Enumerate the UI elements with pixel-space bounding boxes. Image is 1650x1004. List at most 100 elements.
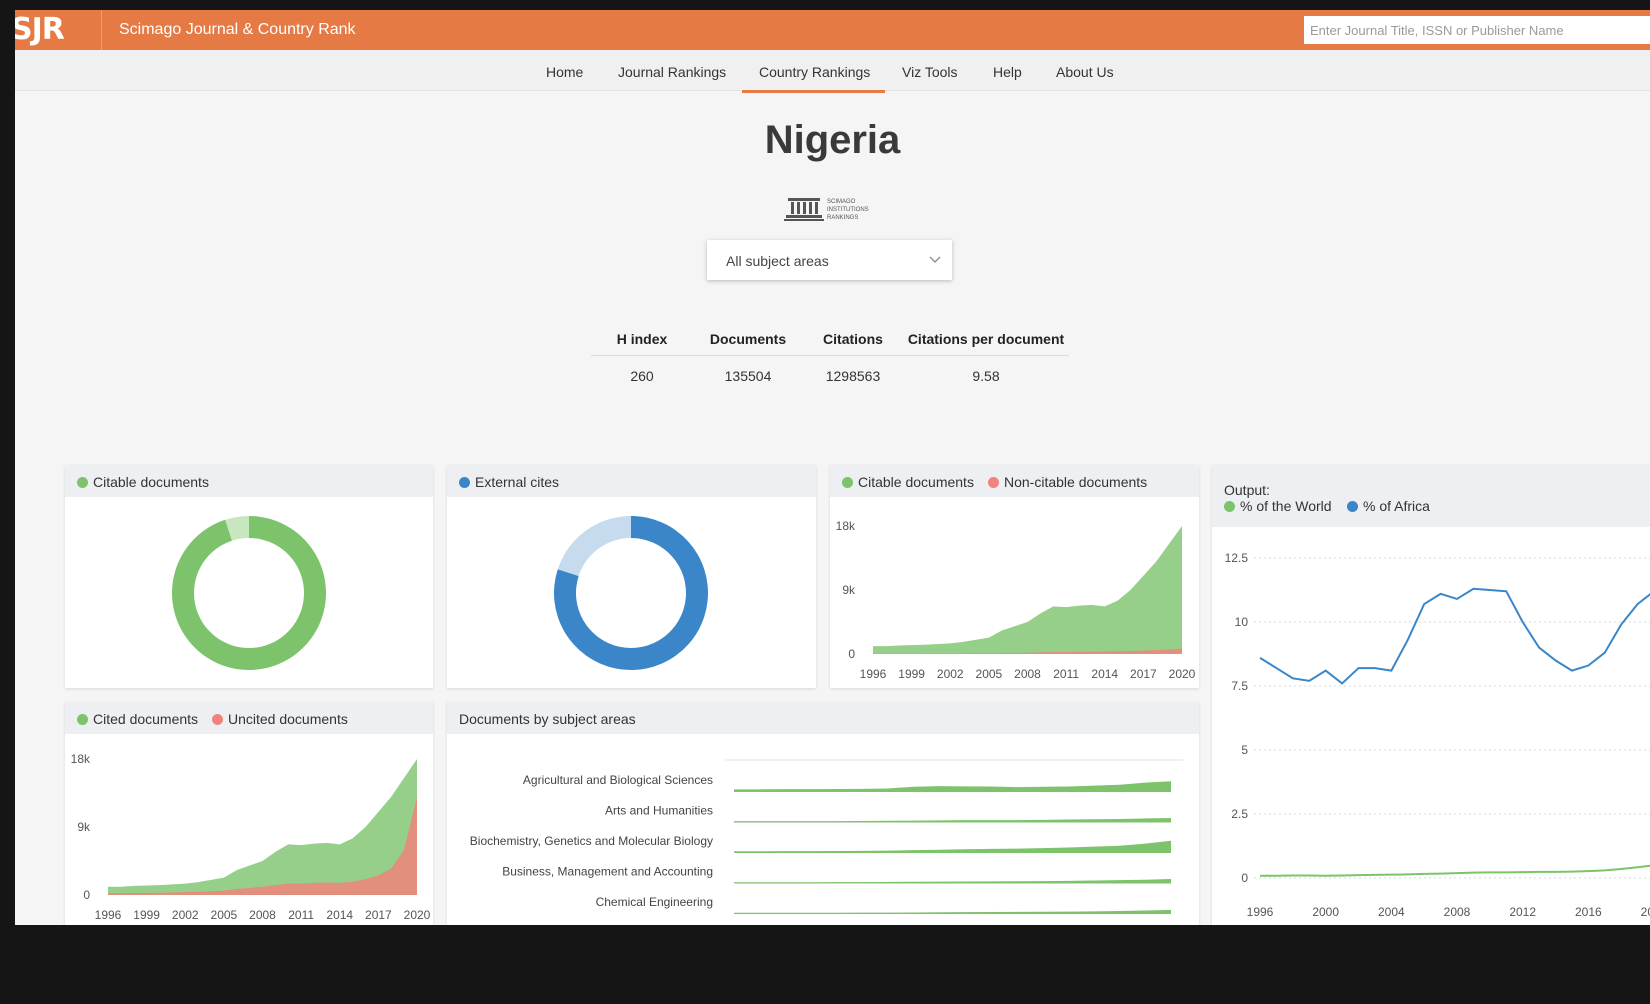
output-line-chart[interactable]: 0 2.5 5 7.5 10 12.5 1996 2000 2004 2008 2012 2016 20… [1212,527,1650,925]
top-bar: SJR Scimago Journal & Country Rank [15,10,1650,50]
citable-area-ytick: 9k [842,583,856,597]
citable-area-xtick: 1996 [860,667,887,681]
output-series-1 [1259,587,1650,685]
stat-header-citations-per-document: Citations per document [907,331,1065,347]
cited-area-xtick: 1996 [95,908,122,922]
chevron-down-icon [929,256,941,263]
nav-journal-rankings[interactable]: Journal Rankings [618,64,726,80]
legend-uncited-documents[interactable]: Uncited documents [212,711,348,727]
nav-country-rankings[interactable]: Country Rankings [759,64,870,80]
subject-areas-chart[interactable]: Agricultural and Biological Sciences Arts… [447,734,1199,925]
cited-area-ytick: 0 [83,888,90,902]
institutions-rankings-logo[interactable]: SCIMAGO INSTITUTIONS RANKINGS [783,194,893,229]
logo-text-2: INSTITUTIONS [827,207,869,213]
citable-area-ytick: 0 [848,647,855,661]
card-header: Cited documents Uncited documents [65,702,433,734]
nav-help[interactable]: Help [993,64,1022,80]
stat-header-documents: Documents [709,331,787,347]
citable-documents-card: Citable documents [65,465,433,688]
legend-citable-documents[interactable]: Citable documents [77,474,209,490]
cited-area-xtick: 2005 [211,908,238,922]
citable-area-xtick: 2002 [937,667,964,681]
cited-area-ytick: 18k [71,752,91,766]
cited-area-card: Cited documents Uncited documents 0 9k 18k… [65,702,433,925]
subject-areas-card: Documents by subject areas Agricultural … [447,702,1199,925]
output-xtick: 2020 [1641,905,1650,919]
institution-building-icon [784,198,824,221]
blue-dot-icon [459,477,470,488]
nav-viz-tools[interactable]: Viz Tools [902,64,958,80]
cited-area-xtick: 1999 [133,908,160,922]
citable-donut-slice-1 [172,516,326,670]
legend-world[interactable]: % of the World [1224,498,1332,514]
output-xtick: 2004 [1378,905,1405,919]
output-ytick: 12.5 [1225,551,1249,565]
green-dot-icon [1224,501,1235,512]
stat-header-h-index: H index [616,331,668,347]
citable-area-xtick: 2011 [1053,667,1079,681]
legend-cited-documents[interactable]: Cited documents [77,711,198,727]
site-title[interactable]: Scimago Journal & Country Rank [119,21,356,39]
citable-area-chart[interactable]: 0 9k 18k 1996 1999 2002 2005 2008 2011 2014 2017 20… [830,497,1199,688]
citable-area-xtick: 2005 [976,667,1003,681]
external-cites-donut-chart[interactable] [447,497,816,688]
subject-sparkline [734,840,1171,853]
main-nav: Home Journal Rankings Country Rankings V… [15,50,1650,91]
external-donut-slice-2 [557,516,631,577]
citable-area-xtick: 2020 [1169,667,1196,681]
cited-area-series-1 [108,759,417,895]
output-xtick: 2008 [1444,905,1471,919]
output-xtick: 2012 [1509,905,1536,919]
blue-dot-icon [1347,501,1358,512]
subject-sparkline [734,879,1171,884]
nav-about-us[interactable]: About Us [1056,64,1114,80]
cited-area-xtick: 2020 [404,908,431,922]
subject-areas-title: Documents by subject areas [459,711,636,727]
citable-donut-chart[interactable] [65,497,433,688]
citable-area-xtick: 2008 [1014,667,1041,681]
cited-area-xtick: 2008 [249,908,276,922]
legend-africa[interactable]: % of Africa [1347,498,1430,514]
stat-header-citations: Citations [823,331,883,347]
logo-text-3: RANKINGS [827,215,858,221]
legend-citable-documents[interactable]: Citable documents [842,474,974,490]
cited-area-chart[interactable]: 0 9k 18k 1996 1999 2002 2005 2008 2011 2014 2017 20… [65,734,433,925]
legend-external-cites[interactable]: External cites [459,474,559,490]
subject-sparkline [734,818,1171,823]
active-tab-indicator [742,90,885,93]
output-card: Output: % of the World % of Africa 0 2.5 5… [1212,465,1650,925]
page-title: Nigeria [764,118,901,162]
subject-label: Chemical Engineering [596,895,713,909]
subject-label: Agricultural and Biological Sciences [523,773,713,787]
citable-area-ytick: 18k [836,519,856,533]
stat-value-documents: 135504 [724,368,772,384]
green-dot-icon [77,714,88,725]
card-header: Documents by subject areas [447,702,1199,734]
cited-area-xtick: 2017 [365,908,392,922]
citable-area-card: Citable documents Non-citable documents … [830,465,1199,688]
subject-area-value: All subject areas [726,253,829,269]
citable-area-xtick: 2017 [1130,667,1157,681]
stat-value-citations: 1298563 [825,368,881,384]
subject-area-select[interactable]: All subject areas [707,240,952,280]
logo-text-1: SCIMAGO [827,199,856,205]
browser-viewport: SJR Scimago Journal & Country Rank Home … [15,10,1650,925]
output-ytick: 2.5 [1231,807,1248,821]
subject-label: Business, Management and Accounting [502,865,713,879]
card-header: Citable documents [65,465,433,497]
output-ytick: 0 [1241,871,1248,885]
cited-area-xtick: 2014 [326,908,353,922]
legend-non-citable-documents[interactable]: Non-citable documents [988,474,1147,490]
output-series-2 [1260,864,1650,877]
green-dot-icon [842,477,853,488]
output-xtick: 2000 [1312,905,1339,919]
citable-area-xtick: 1999 [898,667,925,681]
cited-area-ytick: 9k [77,820,91,834]
sjr-logo[interactable]: SJR [15,12,65,47]
subject-sparkline [734,781,1171,792]
subject-label: Biochemistry, Genetics and Molecular Bio… [470,834,713,848]
nav-home[interactable]: Home [546,64,583,80]
card-header: Citable documents Non-citable documents [830,465,1199,497]
red-dot-icon [988,477,999,488]
search-input[interactable] [1304,16,1650,44]
